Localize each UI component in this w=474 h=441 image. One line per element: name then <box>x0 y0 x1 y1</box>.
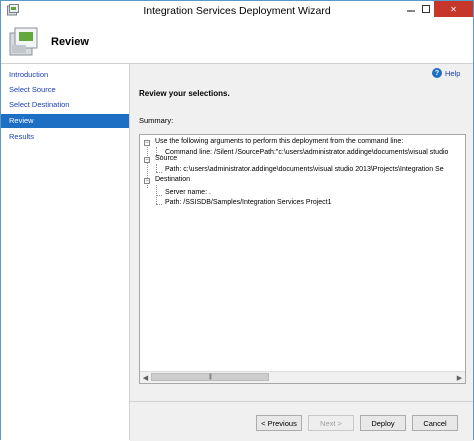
nav-item-review[interactable]: Review <box>1 114 129 128</box>
collapse-icon[interactable]: − <box>144 157 150 163</box>
scrollbar-thumb[interactable]: ||| <box>151 373 269 381</box>
close-icon: ✕ <box>450 4 457 14</box>
help-link[interactable]: ? Help <box>432 68 460 78</box>
page-title: Review <box>51 36 89 48</box>
wizard-footer: < Previous Next > Deploy Cancel <box>130 401 473 441</box>
maximize-icon <box>422 5 430 13</box>
collapse-icon[interactable]: − <box>144 140 150 146</box>
summary-tree[interactable]: − Use the following arguments to perform… <box>139 134 466 384</box>
section-heading: Review your selections. <box>139 89 230 98</box>
tree-node-source[interactable]: Source <box>155 155 177 162</box>
tree-connector <box>156 147 157 155</box>
maximize-button[interactable] <box>419 1 433 17</box>
nav-item-select-source[interactable]: Select Source <box>1 83 129 97</box>
summary-label: Summary: <box>139 116 174 125</box>
close-button[interactable]: ✕ <box>434 1 473 17</box>
tree-connector <box>156 172 162 173</box>
minimize-icon <box>407 10 415 12</box>
tree-node-arguments[interactable]: Use the following arguments to perform t… <box>155 138 403 145</box>
tree-node-destination-path[interactable]: Path: /SSISDB/Samples/Integration Servic… <box>165 199 332 206</box>
tree-node-command-line[interactable]: Command line: /Silent /SourcePath:"c:\us… <box>165 149 448 156</box>
main-content: ? Help Review your selections. Summary: … <box>130 64 473 401</box>
help-label: Help <box>445 68 461 78</box>
scroll-left-arrow-icon[interactable]: ◀ <box>140 372 151 383</box>
nav-item-introduction[interactable]: Introduction <box>1 68 129 82</box>
tree-node-server-name[interactable]: Server name: . <box>165 189 211 196</box>
tree-node-source-path[interactable]: Path: c:\users\administrator.addinge\doc… <box>165 166 444 173</box>
tree-connector <box>156 195 162 196</box>
tree-connector <box>156 204 162 205</box>
cancel-button[interactable]: Cancel <box>412 415 458 431</box>
wizard-page-icon <box>9 27 38 56</box>
next-button[interactable]: Next > <box>308 415 354 431</box>
deploy-button[interactable]: Deploy <box>360 415 406 431</box>
help-icon: ? <box>432 68 442 78</box>
tree-node-destination[interactable]: Destination <box>155 176 190 183</box>
nav-item-results[interactable]: Results <box>1 130 129 144</box>
title-bar[interactable]: Integration Services Deployment Wizard ✕ <box>1 1 473 21</box>
previous-button[interactable]: < Previous <box>256 415 302 431</box>
wizard-window: Integration Services Deployment Wizard ✕… <box>0 0 474 441</box>
collapse-icon[interactable]: − <box>144 178 150 184</box>
minimize-button[interactable] <box>403 1 419 17</box>
scroll-right-arrow-icon[interactable]: ▶ <box>454 372 465 383</box>
nav-item-select-destination[interactable]: Select Destination <box>1 98 129 112</box>
horizontal-scrollbar[interactable]: ◀ ||| ▶ <box>140 371 465 383</box>
tree-connector <box>156 164 157 172</box>
wizard-steps-nav: Introduction Select Source Select Destin… <box>1 64 130 440</box>
page-header: Review <box>1 21 473 64</box>
